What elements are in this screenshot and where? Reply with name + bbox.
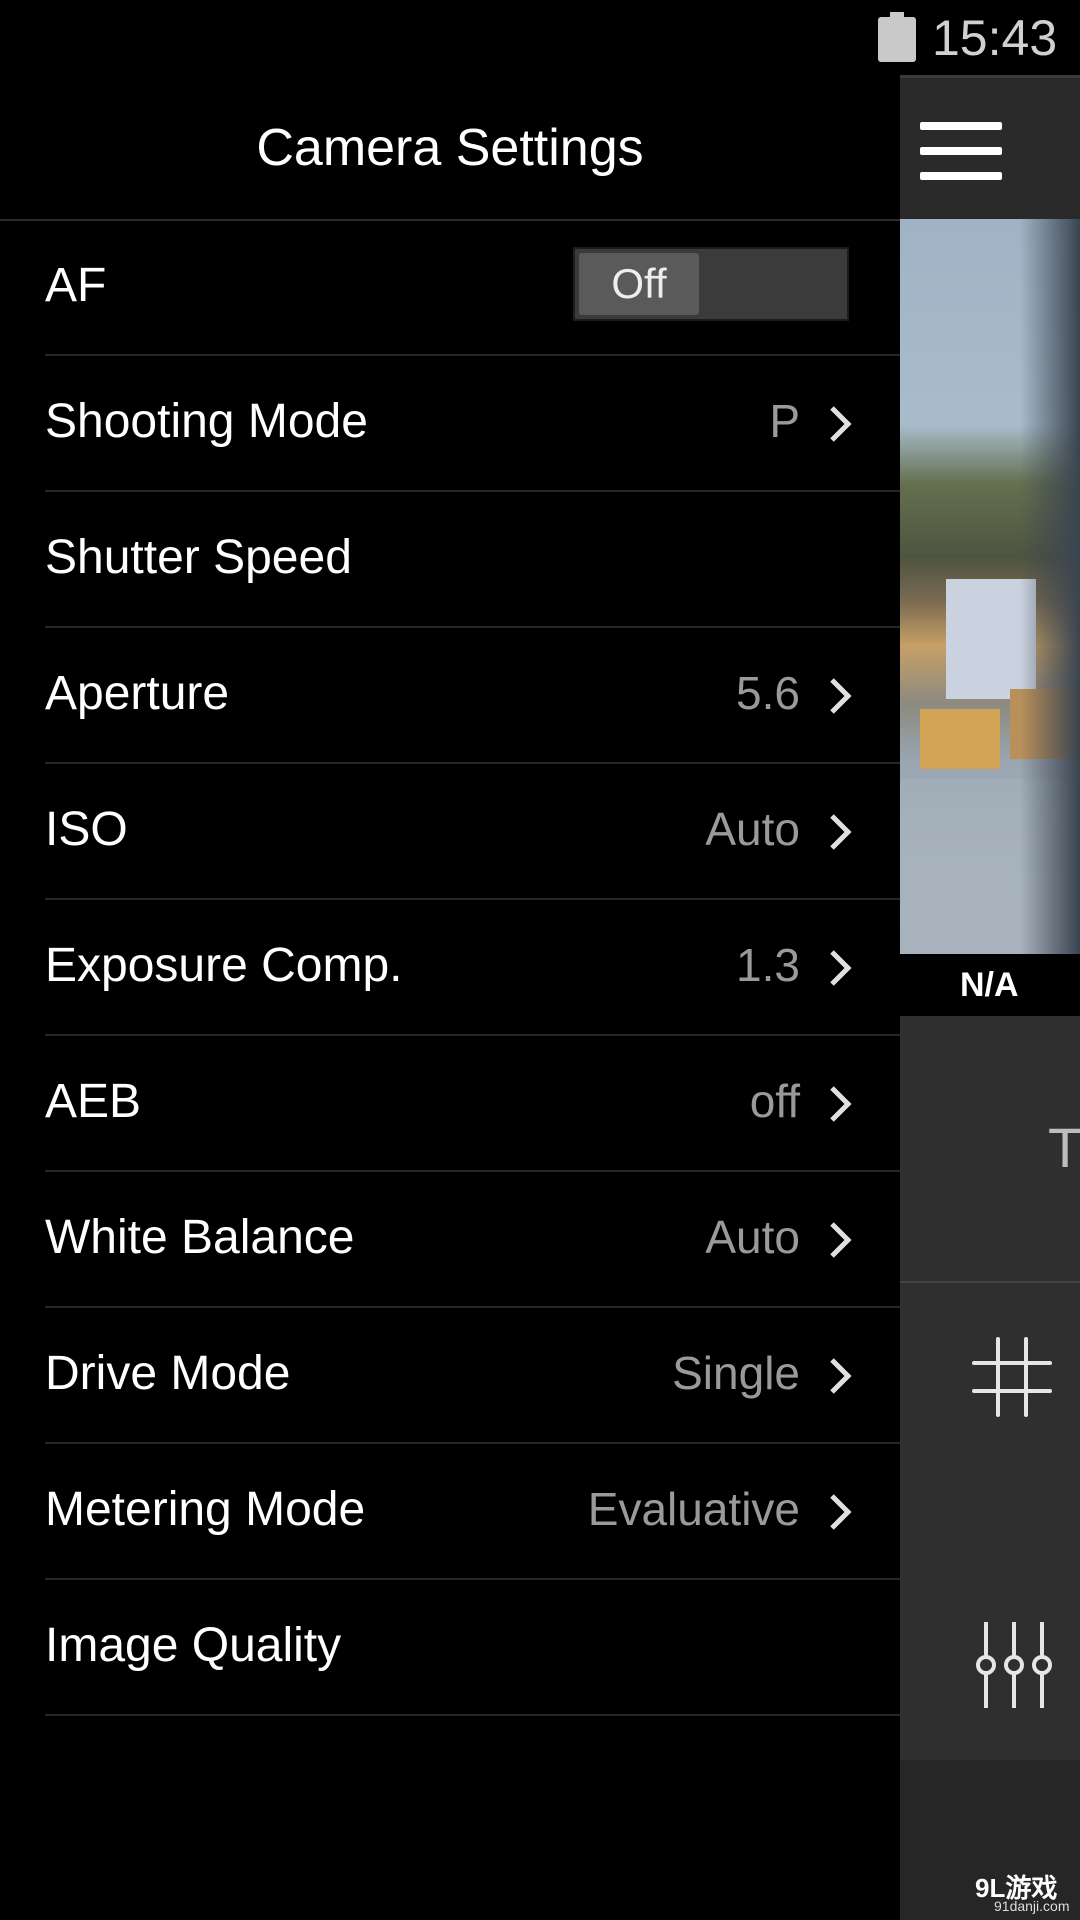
- setting-row-aeb[interactable]: AEB off: [45, 1036, 900, 1172]
- chevron-right-icon: [830, 678, 852, 714]
- toggle-label: Off: [611, 260, 667, 307]
- setting-label: Drive Mode: [45, 1347, 291, 1400]
- partial-label: T: [1048, 1116, 1080, 1179]
- setting-row-iso[interactable]: ISO Auto: [45, 764, 900, 900]
- page-title: Camera Settings: [256, 119, 644, 177]
- status-readout-text: N/A: [960, 966, 1019, 1004]
- setting-value: 5.6: [736, 667, 800, 719]
- setting-row-exposure-comp[interactable]: Exposure Comp. 1.3: [45, 900, 900, 1036]
- setting-row-shooting-mode[interactable]: Shooting Mode P: [45, 356, 900, 492]
- setting-label: Metering Mode: [45, 1483, 366, 1536]
- af-toggle[interactable]: Off: [573, 247, 849, 321]
- sliders-icon[interactable]: [974, 1620, 1054, 1710]
- camera-settings-drawer: Camera Settings AF Off Shooting Mode P S…: [0, 75, 900, 1920]
- chevron-right-icon: [830, 1086, 852, 1122]
- chevron-right-icon: [830, 406, 852, 442]
- toggle-knob: Off: [579, 253, 699, 315]
- setting-row-drive-mode[interactable]: Drive Mode Single: [45, 1308, 900, 1444]
- setting-label: ISO: [45, 803, 128, 856]
- chevron-right-icon: [830, 1222, 852, 1258]
- camera-panel: N/A T: [900, 75, 1080, 1920]
- setting-label: Shutter Speed: [45, 531, 352, 584]
- setting-label: Image Quality: [45, 1619, 342, 1672]
- setting-row-image-quality[interactable]: Image Quality: [45, 1580, 900, 1716]
- setting-row-white-balance[interactable]: White Balance Auto: [45, 1172, 900, 1308]
- setting-value: Auto: [705, 1211, 800, 1263]
- setting-row-shutter-speed[interactable]: Shutter Speed: [45, 492, 900, 628]
- setting-value: Auto: [705, 803, 800, 855]
- status-readout: N/A: [900, 954, 1080, 1016]
- status-time: 15:43: [932, 10, 1058, 66]
- panel-divider: [900, 1281, 1080, 1283]
- setting-label: AEB: [45, 1075, 142, 1128]
- setting-row-aperture[interactable]: Aperture 5.6: [45, 628, 900, 764]
- setting-value: P: [769, 395, 800, 447]
- setting-value: off: [749, 1075, 800, 1127]
- setting-value: Evaluative: [587, 1483, 800, 1535]
- setting-label: Shooting Mode: [45, 395, 368, 448]
- chevron-right-icon: [830, 1494, 852, 1530]
- setting-label: AF: [45, 259, 107, 312]
- chevron-right-icon: [830, 950, 852, 986]
- battery-icon: [878, 12, 916, 62]
- watermark-url: 91danji.com: [994, 1898, 1070, 1914]
- drawer-header: Camera Settings: [0, 75, 900, 221]
- live-view-preview[interactable]: [900, 219, 1080, 954]
- grid-icon[interactable]: [972, 1337, 1052, 1417]
- setting-value: 1.3: [736, 939, 800, 991]
- setting-label: White Balance: [45, 1211, 355, 1264]
- setting-row-af: AF Off: [45, 220, 900, 356]
- setting-row-metering-mode[interactable]: Metering Mode Evaluative: [45, 1444, 900, 1580]
- setting-value: Single: [672, 1347, 800, 1399]
- setting-label: Aperture: [45, 667, 230, 720]
- settings-list: AF Off Shooting Mode P Shutter Speed Ape…: [0, 220, 900, 1716]
- menu-icon[interactable]: [920, 122, 1002, 180]
- setting-label: Exposure Comp.: [45, 939, 403, 992]
- camera-toolbar: [900, 75, 1080, 222]
- chevron-right-icon: [830, 1358, 852, 1394]
- chevron-right-icon: [830, 814, 852, 850]
- status-bar: 15:43: [0, 0, 1080, 75]
